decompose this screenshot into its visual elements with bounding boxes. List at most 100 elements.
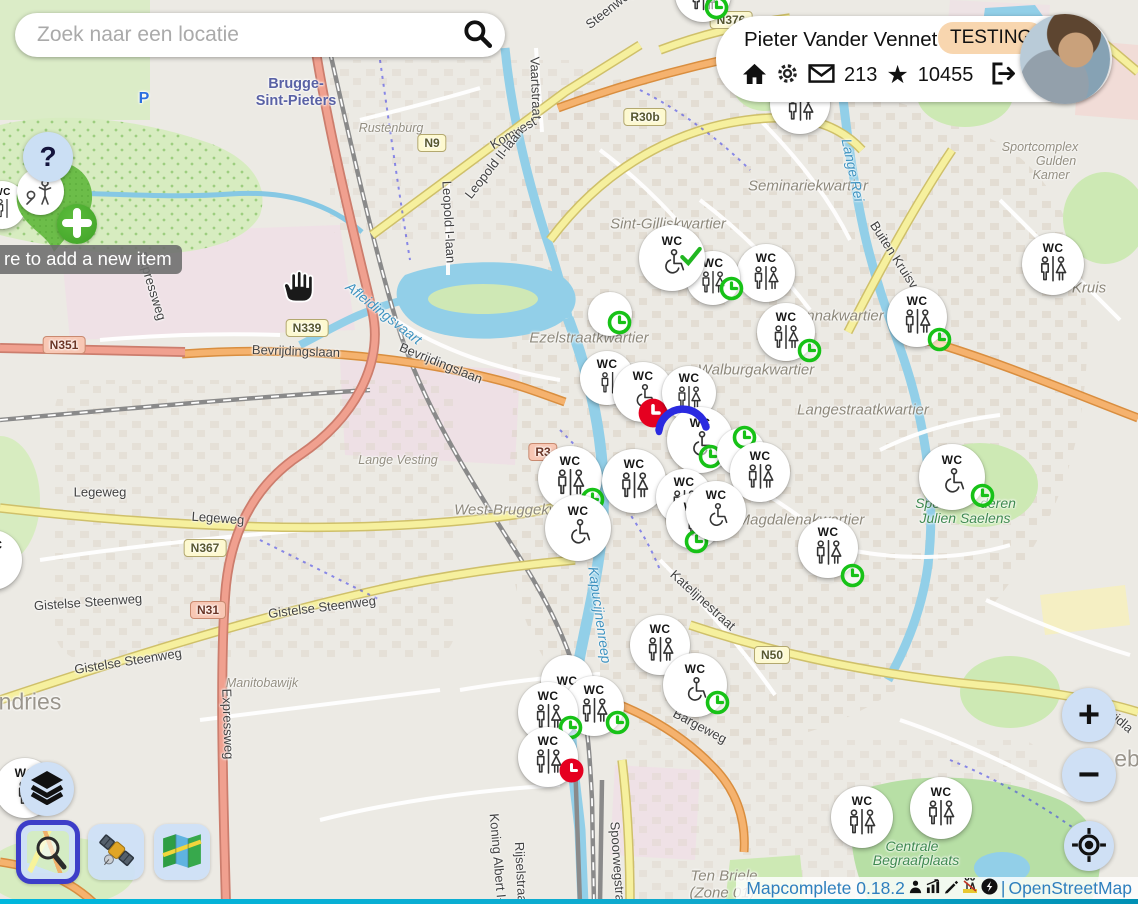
wc-label: WC — [776, 310, 797, 324]
wc-marker[interactable]: WC — [675, 0, 731, 22]
wc-marker[interactable]: WC — [831, 786, 893, 848]
wc-label: WC — [650, 622, 671, 636]
logout-button[interactable] — [990, 62, 1015, 88]
wheelchair-icon — [657, 249, 688, 282]
add-item-tooltip: re to add a new item — [0, 245, 182, 274]
wc-label: WC — [584, 683, 605, 697]
osm-carto-icon — [27, 831, 69, 873]
wc-label: WC — [907, 294, 928, 308]
search-icon — [461, 18, 493, 53]
attribution-bar: Mapcomplete 0.18.2 | OpenStreetMap — [736, 877, 1138, 900]
wc-marker[interactable]: WC — [798, 518, 858, 578]
settings-button[interactable] — [776, 62, 799, 88]
search-bar — [15, 13, 505, 57]
background-satellite-button[interactable] — [88, 824, 144, 880]
wc-marker[interactable]: WC — [737, 244, 795, 302]
wc-label: WC — [679, 371, 700, 385]
messages-count: 213 — [844, 64, 877, 87]
wc-label: WC — [685, 662, 706, 676]
wc-label: WC — [538, 689, 559, 703]
wc-marker[interactable]: WC — [518, 727, 578, 787]
theme-logo-icon[interactable] — [962, 878, 978, 899]
help-button[interactable]: ? — [23, 132, 73, 182]
wc-marker[interactable]: WC — [910, 777, 972, 839]
user-panel: Pieter Vander Vennet TESTING 213 ★ 10455 — [716, 16, 1112, 102]
wc-label: WC — [1043, 241, 1064, 255]
wc-label: WC — [706, 488, 727, 502]
map-markers-layer: WC WC WC WC WC WC WC WC WC WC WC WC WC WC WC WC WC WC WC WC… — [0, 0, 1138, 904]
logout-icon — [990, 62, 1015, 88]
map-canvas[interactable]: Brugge-Sint-PietersRustenburgN9R30bN376N… — [0, 0, 1138, 904]
plus-icon — [62, 208, 92, 241]
toilet-mf-icon — [532, 749, 565, 780]
messages-button[interactable] — [808, 64, 835, 86]
toilet-mf-icon — [750, 266, 782, 296]
wc-marker[interactable]: WC — [686, 481, 746, 541]
background-osm-button[interactable] — [16, 820, 80, 884]
wc-marker[interactable]: WC — [919, 444, 985, 510]
wc-marker[interactable]: WC — [663, 653, 727, 717]
wheelchair-icon — [937, 468, 968, 501]
home-icon — [742, 62, 767, 88]
star-icon: ★ — [886, 63, 908, 88]
wc-label: WC — [818, 525, 839, 539]
toilet-mf-icon — [578, 698, 611, 729]
wc-label: WC — [0, 538, 2, 552]
wc-marker[interactable]: WC — [639, 225, 705, 291]
wc-marker[interactable]: WC — [887, 287, 947, 347]
home-button[interactable] — [742, 62, 767, 88]
wc-label: WC — [703, 256, 724, 270]
wc-marker[interactable] — [588, 292, 632, 336]
geolocate-button[interactable] — [1064, 821, 1114, 871]
osm-copyright-icon[interactable] — [981, 878, 998, 900]
changesets-button[interactable]: ★ — [886, 63, 908, 88]
changesets-count: 10455 — [918, 64, 974, 87]
openstreetmap-link[interactable]: OpenStreetMap — [1008, 878, 1132, 899]
gear-icon — [776, 62, 799, 88]
toilet-mf-icon — [688, 0, 719, 16]
wc-label: WC — [852, 794, 873, 808]
wheelchair-icon — [629, 384, 658, 415]
toilet-mf-icon — [812, 540, 845, 571]
layers-button[interactable] — [20, 762, 74, 816]
toilet-mf-icon — [617, 472, 652, 504]
toilet-urinal-icon — [0, 553, 2, 583]
mapcomplete-version-link[interactable]: Mapcomplete 0.18.2 — [746, 878, 905, 899]
chart-icon[interactable] — [926, 879, 941, 899]
bottom-accent-strip — [0, 899, 1138, 904]
zoom-in-button[interactable]: + — [1062, 688, 1116, 742]
folded-map-icon — [161, 832, 203, 873]
wc-marker[interactable]: WC — [1022, 233, 1084, 295]
wc-label: WC — [662, 234, 683, 248]
wc-marker[interactable]: WC — [0, 530, 22, 590]
wc-label: WC — [690, 416, 711, 430]
wc-marker[interactable]: WC — [545, 495, 611, 561]
wc-label: WC — [597, 357, 618, 371]
stats-icon[interactable] — [908, 879, 923, 899]
wc-label: WC — [624, 457, 645, 471]
background-map-button[interactable] — [154, 824, 210, 880]
user-name: Pieter Vander Vennet — [744, 28, 937, 52]
search-input[interactable] — [35, 22, 461, 48]
attribution-separator: | — [1001, 878, 1006, 899]
wc-label: WC — [633, 369, 654, 383]
wc-label: WC — [538, 734, 559, 748]
add-plus-button[interactable] — [57, 204, 97, 244]
wheelchair-icon — [563, 519, 594, 552]
toilet-mf-icon — [698, 271, 728, 299]
zoom-out-button[interactable]: − — [1062, 748, 1116, 802]
edit-pencil-icon[interactable] — [944, 879, 959, 899]
wc-marker[interactable]: WC — [757, 303, 815, 361]
wc-label: WC — [560, 454, 581, 468]
toilet-mf-icon — [1036, 256, 1070, 288]
user-avatar[interactable] — [1020, 14, 1110, 104]
wheelchair-icon — [685, 431, 716, 464]
search-button[interactable] — [461, 18, 505, 53]
toilet-mf-icon — [845, 809, 879, 841]
wheelchair-icon — [680, 677, 710, 709]
toilet-mf-icon — [770, 325, 802, 355]
wc-label: WC — [750, 449, 771, 463]
toilet-mf-icon — [901, 309, 934, 340]
toilet-mf-icon — [924, 800, 958, 832]
layers-icon — [29, 770, 65, 808]
